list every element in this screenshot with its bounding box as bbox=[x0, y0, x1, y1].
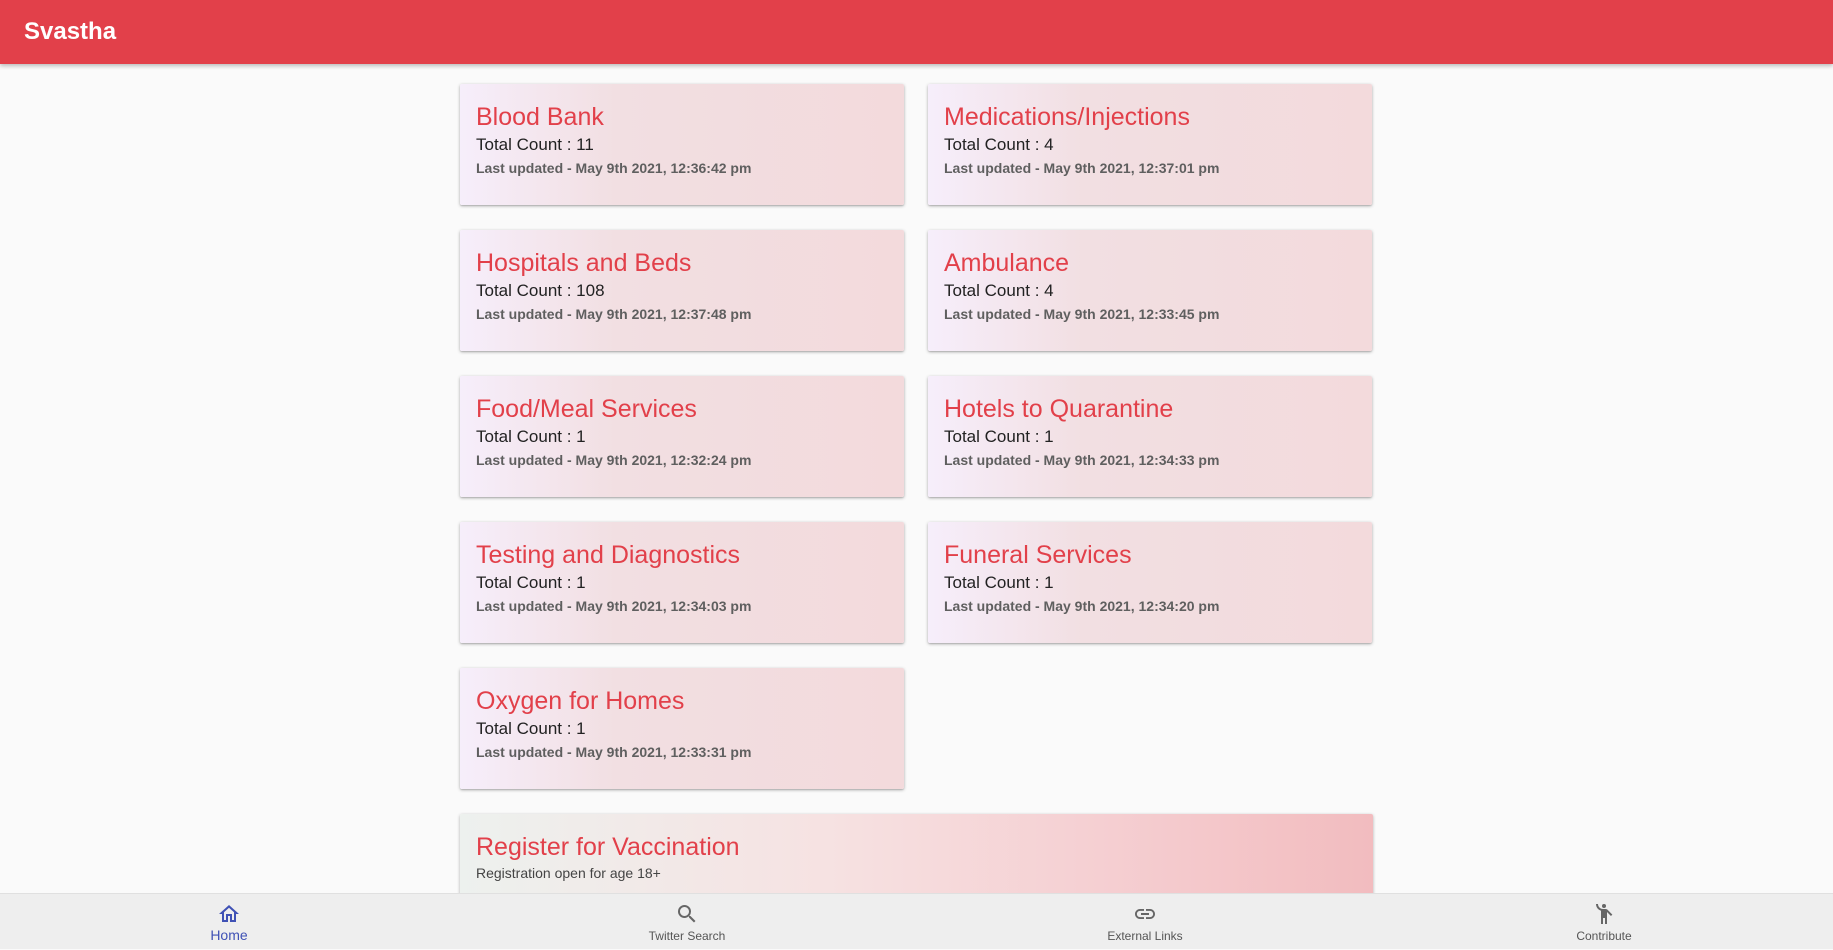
nav-home[interactable]: Home bbox=[129, 894, 329, 950]
vaccination-title: Register for Vaccination bbox=[476, 833, 740, 861]
category-card-medications[interactable]: Medications/Injections Total Count : 4 L… bbox=[928, 84, 1372, 205]
card-last-updated: Last updated - May 9th 2021, 12:37:01 pm bbox=[944, 160, 1220, 176]
card-last-updated: Last updated - May 9th 2021, 12:36:42 pm bbox=[476, 160, 752, 176]
nav-contribute[interactable]: Contribute bbox=[1504, 894, 1704, 950]
bottom-navigation: Home Twitter Search External Links Contr… bbox=[0, 893, 1833, 949]
card-title: Hospitals and Beds bbox=[476, 249, 692, 277]
main-content: Blood Bank Total Count : 11 Last updated… bbox=[460, 84, 1373, 904]
category-card-hospitals[interactable]: Hospitals and Beds Total Count : 108 Las… bbox=[460, 230, 904, 351]
card-title: Medications/Injections bbox=[944, 103, 1190, 131]
nav-label: Twitter Search bbox=[648, 928, 726, 943]
category-card-funeral[interactable]: Funeral Services Total Count : 1 Last up… bbox=[928, 522, 1372, 643]
category-card-oxygen[interactable]: Oxygen for Homes Total Count : 1 Last up… bbox=[460, 668, 904, 789]
category-grid: Blood Bank Total Count : 11 Last updated… bbox=[460, 84, 1373, 789]
nav-external-links[interactable]: External Links bbox=[1045, 894, 1245, 950]
card-count: Total Count : 1 bbox=[476, 573, 586, 592]
vaccination-card[interactable]: Register for Vaccination Registration op… bbox=[460, 814, 1373, 904]
search-icon bbox=[678, 904, 696, 922]
card-title: Ambulance bbox=[944, 249, 1070, 277]
card-title: Food/Meal Services bbox=[476, 395, 697, 423]
card-count: Total Count : 4 bbox=[944, 281, 1054, 300]
card-last-updated: Last updated - May 9th 2021, 12:34:20 pm bbox=[944, 598, 1220, 614]
person-contribute-icon bbox=[1596, 903, 1613, 924]
card-count: Total Count : 1 bbox=[944, 427, 1054, 446]
card-title: Blood Bank bbox=[476, 103, 604, 131]
category-card-ambulance[interactable]: Ambulance Total Count : 4 Last updated -… bbox=[928, 230, 1372, 351]
card-last-updated: Last updated - May 9th 2021, 12:37:48 pm bbox=[476, 306, 752, 322]
app-title: Svastha bbox=[24, 18, 117, 45]
card-last-updated: Last updated - May 9th 2021, 12:34:33 pm bbox=[944, 452, 1220, 468]
nav-label: Contribute bbox=[1576, 928, 1632, 943]
card-last-updated: Last updated - May 9th 2021, 12:33:31 pm bbox=[476, 744, 752, 760]
card-count: Total Count : 1 bbox=[476, 427, 586, 446]
link-icon bbox=[1135, 908, 1155, 919]
card-last-updated: Last updated - May 9th 2021, 12:32:24 pm bbox=[476, 452, 752, 468]
category-card-food[interactable]: Food/Meal Services Total Count : 1 Last … bbox=[460, 376, 904, 497]
card-count: Total Count : 1 bbox=[476, 719, 586, 738]
card-last-updated: Last updated - May 9th 2021, 12:33:45 pm bbox=[944, 306, 1220, 322]
nav-label: External Links bbox=[1107, 928, 1183, 943]
card-title: Oxygen for Homes bbox=[476, 687, 685, 715]
card-count: Total Count : 4 bbox=[944, 135, 1054, 154]
card-count: Total Count : 11 bbox=[476, 135, 594, 154]
card-count: Total Count : 1 bbox=[944, 573, 1054, 592]
home-icon bbox=[219, 905, 239, 922]
category-card-blood-bank[interactable]: Blood Bank Total Count : 11 Last updated… bbox=[460, 84, 904, 205]
card-count: Total Count : 108 bbox=[476, 281, 605, 300]
category-card-testing[interactable]: Testing and Diagnostics Total Count : 1 … bbox=[460, 522, 904, 643]
card-title: Testing and Diagnostics bbox=[476, 541, 741, 569]
app-bar: Svastha bbox=[0, 0, 1833, 64]
category-card-hotels[interactable]: Hotels to Quarantine Total Count : 1 Las… bbox=[928, 376, 1372, 497]
card-title: Funeral Services bbox=[944, 541, 1132, 569]
card-title: Hotels to Quarantine bbox=[944, 395, 1174, 423]
card-last-updated: Last updated - May 9th 2021, 12:34:03 pm bbox=[476, 598, 752, 614]
vaccination-subtitle: Registration open for age 18+ bbox=[476, 865, 661, 881]
nav-label: Home bbox=[210, 927, 248, 943]
nav-twitter-search[interactable]: Twitter Search bbox=[587, 894, 787, 950]
